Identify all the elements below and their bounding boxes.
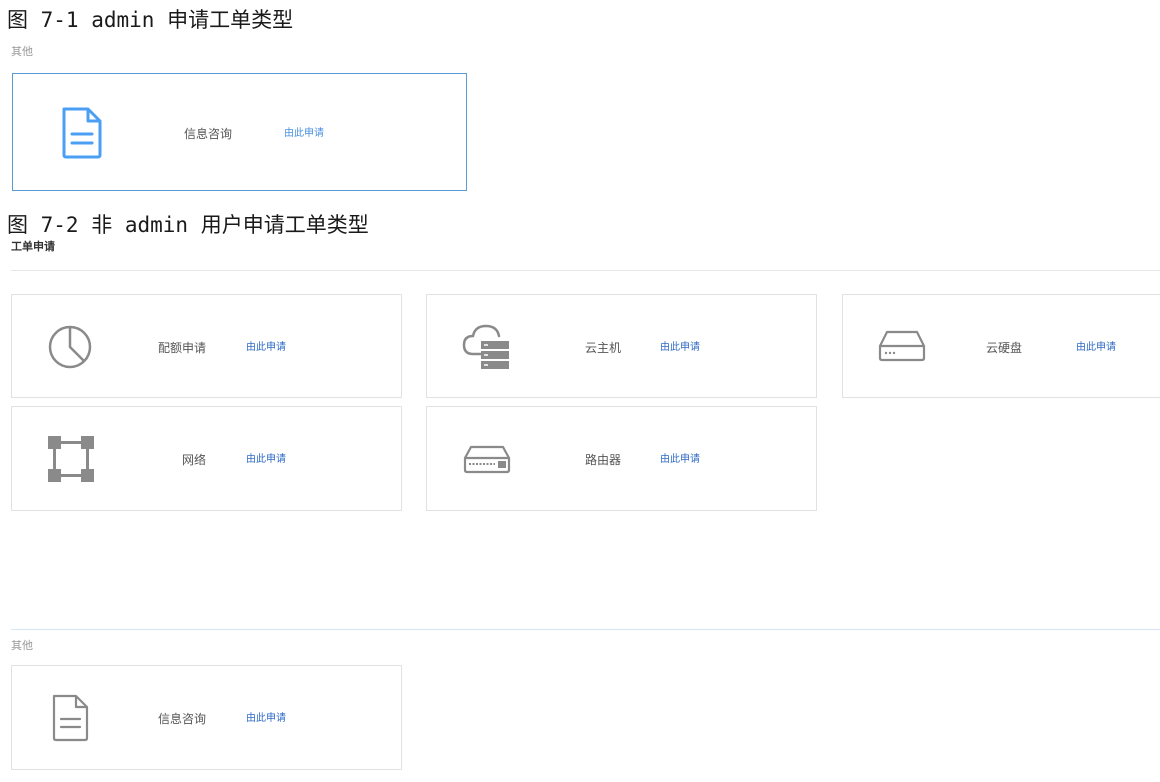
document-icon bbox=[62, 107, 102, 159]
ticket-type-card-cloud-disk[interactable]: 云硬盘 由此申请 bbox=[842, 294, 1160, 398]
apply-link[interactable]: 由此申请 bbox=[660, 453, 700, 467]
apply-link[interactable]: 由此申请 bbox=[246, 712, 286, 726]
card-name: 信息咨询 bbox=[158, 712, 207, 726]
ticket-type-card-cloud-host[interactable]: 云主机 由此申请 bbox=[426, 294, 817, 398]
ticket-type-card-info-consult[interactable]: 信息咨询 由此申请 bbox=[12, 73, 467, 191]
card-name: 云主机 bbox=[585, 341, 622, 355]
apply-link[interactable]: 由此申请 bbox=[660, 341, 700, 355]
figure-2-caption: 图 7-2 非 admin 用户申请工单类型 bbox=[7, 213, 369, 237]
card-name: 路由器 bbox=[585, 453, 622, 467]
router-icon bbox=[463, 445, 511, 474]
card-name: 配额申请 bbox=[158, 341, 207, 355]
section-divider bbox=[11, 270, 1160, 271]
section-title-ticket-apply: 工单申请 bbox=[11, 240, 55, 253]
hard-disk-icon bbox=[878, 330, 926, 362]
card-name: 网络 bbox=[182, 453, 207, 467]
apply-link[interactable]: 由此申请 bbox=[246, 453, 286, 467]
cloud-server-icon bbox=[462, 324, 509, 369]
pie-chart-icon bbox=[48, 325, 92, 369]
network-topology-icon bbox=[48, 436, 94, 482]
apply-link[interactable]: 由此申请 bbox=[246, 341, 286, 355]
figure-1-caption: 图 7-1 admin 申请工单类型 bbox=[7, 8, 294, 32]
ticket-type-card-quota[interactable]: 配额申请 由此申请 bbox=[11, 294, 402, 398]
apply-link[interactable]: 由此申请 bbox=[1076, 341, 1116, 355]
section-label-other: 其他 bbox=[11, 45, 33, 58]
card-name: 信息咨询 bbox=[184, 127, 233, 141]
section-label-other: 其他 bbox=[11, 639, 33, 652]
ticket-type-card-info-consult[interactable]: 信息咨询 由此申请 bbox=[11, 665, 402, 770]
card-name: 云硬盘 bbox=[986, 341, 1023, 355]
ticket-type-card-network[interactable]: 网络 由此申请 bbox=[11, 406, 402, 511]
document-icon bbox=[52, 694, 89, 742]
apply-link[interactable]: 由此申请 bbox=[284, 127, 324, 141]
section-divider bbox=[11, 629, 1160, 630]
ticket-type-card-router[interactable]: 路由器 由此申请 bbox=[426, 406, 817, 511]
